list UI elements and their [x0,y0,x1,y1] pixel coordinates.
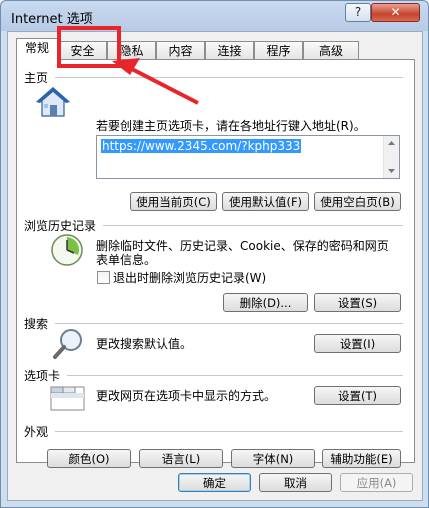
use-blank-button[interactable]: 使用空白页(B) [314,192,401,211]
tab-general[interactable]: 常规 [16,38,58,61]
home-section-title: 主页 [24,71,49,85]
tabs-description: 更改网页在选项卡中显示的方式。 [96,389,277,403]
delete-on-exit-label[interactable]: 退出时删除浏览历史记录(W) [113,269,266,286]
home-separator [55,77,403,78]
internet-options-window: Internet 选项 ? ✕ 常规 安全 隐私 内容 连接 程序 高级 主页 … [0,0,429,508]
history-section-title: 浏览历史记录 [24,219,97,233]
search-settings-button[interactable]: 设置(I) [314,334,401,353]
appearance-section-title: 外观 [24,425,49,439]
help-button[interactable]: ? [345,3,371,22]
window-title: Internet 选项 [11,12,93,27]
general-panel: 主页 若要创建主页选项卡，请在各地址行键入地址(R)。 https://www.… [16,59,415,468]
home-url-value: https://www.2345.com/?kphp333 [101,139,302,153]
home-icon [36,87,70,117]
use-default-button[interactable]: 使用默认值(F) [222,192,309,211]
tabs-section-title: 选项卡 [24,369,61,383]
use-current-button[interactable]: 使用当前页(C) [130,192,217,211]
annotation-arrow-icon [112,58,199,105]
ok-button[interactable]: 确定 [178,473,251,492]
search-section-title: 搜索 [24,317,49,331]
appearance-separator [55,431,403,432]
home-description: 若要创建主页选项卡，请在各地址行键入地址(R)。 [96,119,366,133]
history-separator [103,225,403,226]
history-settings-button[interactable]: 设置(S) [314,293,401,312]
home-url-textarea[interactable]: https://www.2345.com/?kphp333 [96,135,400,179]
tab-advanced[interactable]: 高级 [303,41,359,60]
home-url-scrollbar[interactable] [383,136,399,178]
close-button[interactable]: ✕ [371,3,420,22]
colors-button[interactable]: 颜色(O) [47,449,131,468]
search-description: 更改搜索默认值。 [96,337,193,351]
tabs-separator [67,375,403,376]
search-magnifier-icon [53,329,82,359]
cancel-button[interactable]: 取消 [259,473,332,492]
tab-connections[interactable]: 连接 [205,41,254,60]
delete-history-button[interactable]: 删除(D)... [223,293,308,312]
history-clock-icon [51,234,83,266]
fonts-button[interactable]: 字体(N) [231,449,315,468]
apply-button[interactable]: 应用(A) [340,473,413,492]
tabs-settings-button[interactable]: 设置(T) [314,386,401,405]
dialog-client: 常规 安全 隐私 内容 连接 程序 高级 主页 若要创建主页选项卡，请在各地址行… [7,31,423,501]
accessibility-button[interactable]: 辅助功能(E) [322,449,401,468]
search-separator [55,323,403,324]
tab-programs[interactable]: 程序 [254,41,303,60]
delete-on-exit-checkbox[interactable] [97,271,110,284]
history-description-line2: 表单信息。 [96,253,157,267]
tabbed-window-icon [50,386,85,411]
languages-button[interactable]: 语言(L) [139,449,223,468]
